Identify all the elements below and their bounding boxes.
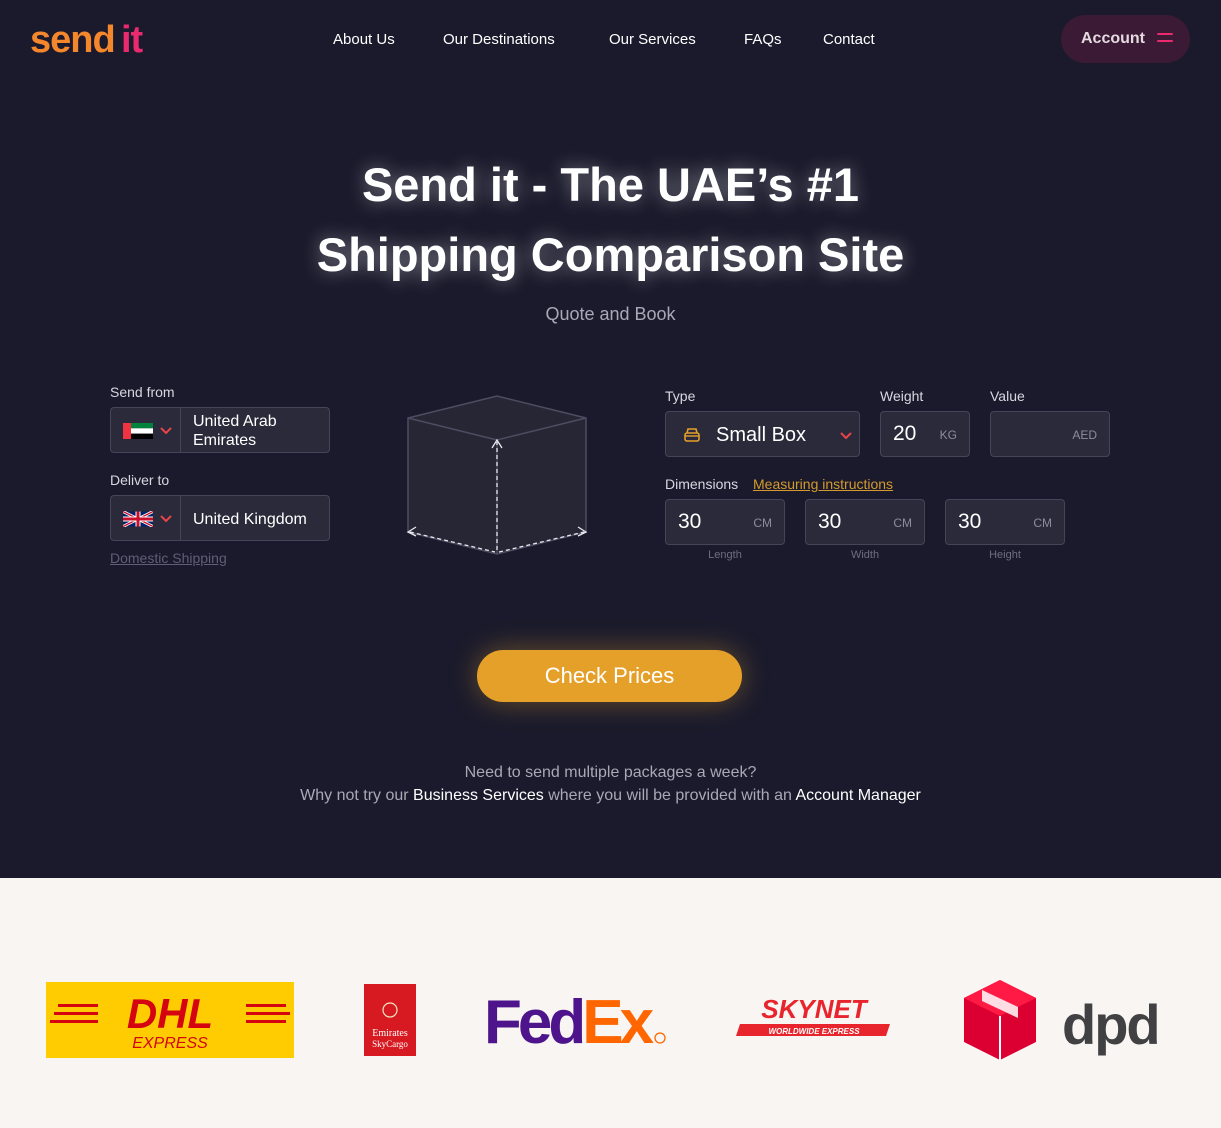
dhl-logo: DHL EXPRESS	[46, 982, 294, 1058]
width-unit: CM	[893, 516, 912, 530]
skynet-logo: SKYNET WORLDWIDE EXPRESS	[736, 994, 890, 1036]
account-label: Account	[1081, 30, 1145, 47]
chevron-down-icon	[160, 427, 172, 435]
account-manager-link[interactable]: Account Manager	[795, 787, 920, 804]
skynet-logo-text: SKYNET	[761, 994, 869, 1024]
deliver-to-label: Deliver to	[110, 472, 170, 488]
width-value: 30	[818, 510, 842, 533]
height-input[interactable]: 30 CM	[945, 499, 1065, 545]
nav-about-us[interactable]: About Us	[333, 29, 395, 51]
note-text-a: Why not try our	[300, 787, 414, 804]
nav-services[interactable]: Our Services	[609, 29, 696, 51]
weight-value: 20	[893, 422, 917, 445]
width-label: Width	[850, 549, 880, 561]
send-from-value: United Arab Emirates	[193, 412, 277, 450]
partners-strip: DHL EXPRESS Emirates SkyCargo FedEx SKYN…	[0, 878, 1221, 1128]
title-line-2: Shipping Comparison Site	[316, 228, 905, 281]
send-from-value-line-1: United Arab	[193, 413, 277, 430]
dimensions-label: Dimensions	[665, 476, 739, 492]
uk-flag-icon	[123, 511, 153, 527]
dpd-logo: dpd	[964, 980, 1161, 1060]
box-illustration-icon	[406, 395, 588, 555]
height-unit: CM	[1033, 516, 1052, 530]
emirates-skycargo-logo: Emirates SkyCargo	[364, 984, 416, 1056]
uae-flag-icon	[123, 423, 153, 439]
title-line-1: Send it - The UAE’s #1	[361, 158, 860, 211]
page-subtitle: Quote and Book	[545, 304, 676, 324]
length-unit: CM	[753, 516, 772, 530]
skynet-logo-subtext: WORLDWIDE EXPRESS	[768, 1027, 860, 1036]
send-from-select[interactable]: United Arab Emirates	[110, 407, 330, 453]
chevron-down-icon	[160, 515, 172, 523]
account-button[interactable]: Account	[1061, 15, 1190, 63]
measuring-instructions-link[interactable]: Measuring instructions	[753, 476, 893, 492]
nav-faqs[interactable]: FAQs	[744, 29, 782, 51]
deliver-to-select[interactable]: United Kingdom	[110, 495, 330, 541]
box-icon	[684, 428, 700, 442]
value-input[interactable]: AED	[990, 411, 1110, 457]
business-services-link[interactable]: Business Services	[413, 787, 544, 804]
menu-icon	[1157, 33, 1173, 45]
page-title: Send it - The UAE’s #1 Shipping Comparis…	[0, 150, 1221, 290]
nav-destinations[interactable]: Our Destinations	[443, 29, 555, 51]
send-from-value-line-2: Emirates	[193, 432, 257, 449]
nav-contact[interactable]: Contact	[823, 29, 875, 51]
length-label: Length	[708, 549, 742, 561]
logo-it-text: it	[121, 19, 143, 61]
type-value: Small Box	[716, 424, 807, 446]
value-unit: AED	[1072, 428, 1097, 442]
weight-label: Weight	[880, 388, 924, 404]
send-from-flag-dropdown[interactable]	[111, 408, 181, 452]
note-text-c: where you will be provided with an	[543, 787, 796, 804]
length-value: 30	[678, 510, 702, 533]
height-label: Height	[989, 549, 1021, 561]
width-input[interactable]: 30 CM	[805, 499, 925, 545]
logo-send-text: send	[30, 19, 116, 61]
weight-input[interactable]: 20 KG	[880, 411, 970, 457]
fedex-logo-fed: Fed	[484, 988, 582, 1048]
note-line-2: Why not try our Business Services where …	[0, 787, 1221, 805]
dhl-logo-subtext: EXPRESS	[132, 1035, 208, 1052]
weight-unit: KG	[939, 428, 957, 442]
chevron-down-icon	[840, 432, 852, 440]
domestic-shipping-link[interactable]: Domestic Shipping	[110, 550, 227, 566]
check-prices-button[interactable]: Check Prices	[477, 650, 742, 702]
svg-text:FedEx: FedEx	[484, 988, 655, 1048]
deliver-to-value: United Kingdom	[193, 511, 307, 528]
type-select[interactable]: Small Box	[665, 411, 860, 457]
length-input[interactable]: 30 CM	[665, 499, 785, 545]
deliver-to-flag-dropdown[interactable]	[111, 496, 181, 540]
dhl-logo-text: DHL	[127, 990, 213, 1037]
send-from-label: Send from	[110, 384, 175, 400]
hero-section: send it About Us Our Destinations Our Se…	[0, 0, 1221, 878]
dpd-logo-text: dpd	[1062, 993, 1159, 1056]
emirates-logo-line-2: SkyCargo	[372, 1039, 408, 1049]
emirates-logo-line-1: Emirates	[372, 1028, 408, 1039]
value-label: Value	[990, 388, 1025, 404]
height-value: 30	[958, 510, 982, 533]
logo[interactable]: send it	[30, 18, 162, 62]
fedex-logo: FedEx	[484, 988, 666, 1048]
note-line-1: Need to send multiple packages a week?	[464, 764, 757, 781]
fedex-logo-ex: Ex	[582, 988, 654, 1048]
type-label: Type	[665, 388, 696, 404]
